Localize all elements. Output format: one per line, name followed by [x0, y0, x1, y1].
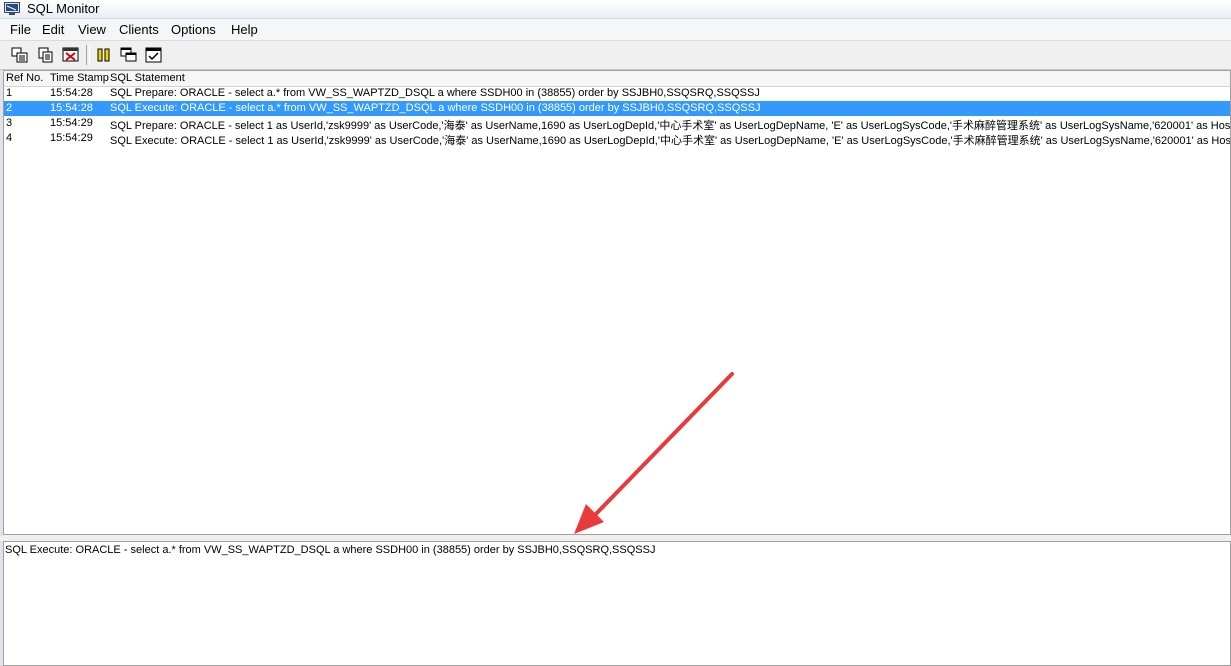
time-stamp-cell: 15:54:29 — [50, 117, 93, 129]
time-stamp-cell: 15:54:29 — [50, 132, 93, 144]
menu-help[interactable]: Help — [231, 22, 258, 37]
menu-view[interactable]: View — [78, 22, 106, 37]
toolbar — [0, 41, 1231, 70]
ref-no-cell: 3 — [6, 117, 13, 129]
table-row-selected[interactable]: 2 15:54:28 SQL Execute: ORACLE - select … — [4, 101, 1230, 116]
ref-no-cell: 1 — [6, 87, 13, 99]
time-stamp-cell: 15:54:28 — [50, 102, 93, 114]
ref-no-cell: 4 — [6, 132, 13, 144]
menu-clients[interactable]: Clients — [119, 22, 159, 37]
table-row[interactable]: 3 15:54:29 SQL Prepare: ORACLE - select … — [4, 116, 1230, 132]
toolbar-separator — [86, 45, 90, 65]
sql-statement-cell: SQL Prepare: ORACLE - select a.* from VW… — [110, 87, 760, 99]
title-bar[interactable]: SQL Monitor — [0, 0, 1231, 19]
menu-edit[interactable]: Edit — [42, 22, 64, 37]
sql-detail-text: SQL Execute: ORACLE - select a.* from VW… — [5, 544, 656, 556]
sql-statement-cell: SQL Execute: ORACLE - select 1 as UserId… — [110, 135, 1231, 147]
sql-statement-cell: SQL Execute: ORACLE - select a.* from VW… — [110, 102, 761, 114]
clear-button[interactable] — [60, 45, 82, 65]
copy-button[interactable] — [35, 45, 57, 65]
table-row[interactable]: 1 15:54:28 SQL Prepare: ORACLE - select … — [4, 86, 1230, 101]
window-title: SQL Monitor — [27, 1, 100, 16]
sql-monitor-app-icon — [4, 2, 20, 15]
column-header-sql-statement[interactable]: SQL Statement — [110, 72, 185, 84]
options-checklist-button[interactable] — [143, 45, 165, 65]
sql-detail-pane[interactable]: SQL Execute: ORACLE - select a.* from VW… — [3, 541, 1231, 666]
sql-statement-list[interactable]: Ref No. Time Stamp SQL Statement 1 15:54… — [3, 70, 1231, 535]
save-log-button[interactable] — [9, 45, 31, 65]
list-header: Ref No. Time Stamp SQL Statement — [4, 71, 1230, 87]
menu-bar: File Edit View Clients Options Help — [0, 19, 1231, 41]
ref-no-cell: 2 — [6, 102, 13, 114]
column-header-time-stamp[interactable]: Time Stamp — [50, 72, 109, 84]
table-row[interactable]: 4 15:54:29 SQL Execute: ORACLE - select … — [4, 131, 1231, 147]
column-header-ref-no[interactable]: Ref No. — [6, 72, 43, 84]
time-stamp-cell: 15:54:28 — [50, 87, 93, 99]
menu-options[interactable]: Options — [171, 22, 216, 37]
cascade-windows-button[interactable] — [118, 45, 140, 65]
menu-file[interactable]: File — [10, 22, 31, 37]
pause-button[interactable] — [93, 45, 115, 65]
